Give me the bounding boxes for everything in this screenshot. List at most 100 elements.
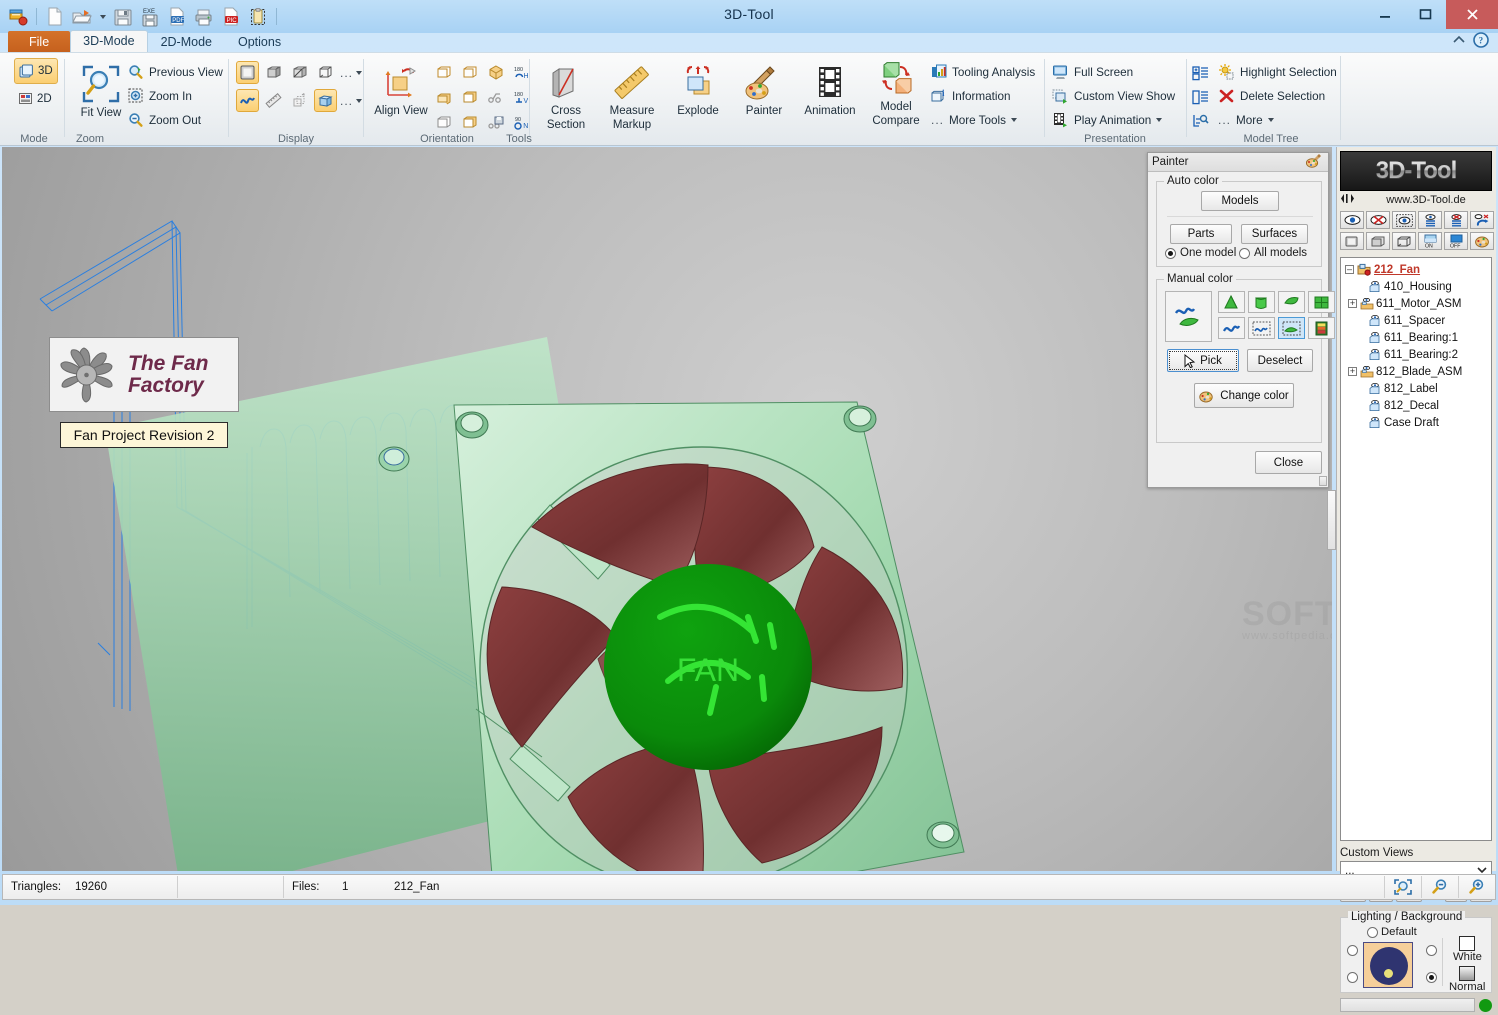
one-model-radio[interactable]: One model (1165, 247, 1236, 259)
information-button[interactable]: i Information (931, 84, 1035, 108)
perspective-icon[interactable] (314, 89, 337, 112)
curve-solid-icon[interactable] (1218, 317, 1245, 339)
painter-resize-grip[interactable] (1319, 476, 1327, 486)
collapse-ribbon-icon[interactable] (1452, 34, 1466, 49)
transparency-off-icon[interactable]: OFF (1444, 232, 1468, 250)
dock-splitter-icon[interactable] (1340, 193, 1356, 207)
display-more-row2-caret[interactable] (356, 98, 363, 103)
background-normal-option[interactable]: Normal (1449, 966, 1485, 993)
hide-all-icon[interactable] (1366, 211, 1390, 229)
view-right-icon[interactable] (458, 111, 481, 134)
view-top-icon[interactable] (432, 86, 455, 109)
mode-3d-button[interactable]: 3D (14, 58, 58, 84)
zoom-window-icon[interactable] (1385, 875, 1421, 899)
viewport-3d[interactable]: FAN The Fan Factory Fan Project Revision… (2, 147, 1332, 871)
more-tools-button[interactable]: ... More Tools (931, 108, 1035, 132)
mode-2d-button[interactable]: 2D (14, 87, 58, 110)
close-button[interactable] (1446, 0, 1498, 29)
expand-tree-icon[interactable] (1192, 61, 1209, 85)
cross-section-button[interactable]: Cross Section (535, 59, 597, 131)
lighting-default-radio[interactable]: Default (1367, 926, 1417, 938)
model-tree-more-button[interactable]: ... More (1218, 108, 1337, 132)
wireframe-icon[interactable] (314, 61, 337, 84)
motor-asm-expander[interactable]: + (1348, 299, 1357, 308)
color-cone-icon[interactable] (1218, 291, 1245, 313)
tree-node-812-label[interactable]: 812_Label (1343, 380, 1491, 397)
painter-close-button[interactable]: Close (1255, 451, 1322, 474)
paint-preview-icon[interactable] (1165, 291, 1212, 342)
tab-file[interactable]: File (8, 31, 71, 53)
shaded-icon[interactable] (236, 61, 259, 84)
maximize-button[interactable] (1405, 0, 1446, 29)
tree-node-812-blade-asm[interactable]: + 812_Blade_ASM (1343, 363, 1491, 380)
shaded-edges-icon[interactable] (288, 61, 311, 84)
surfaces-button[interactable]: Surfaces (1241, 224, 1308, 244)
tree-node-case-draft[interactable]: Case Draft (1343, 414, 1491, 431)
background-white-option[interactable]: White (1453, 936, 1482, 963)
collapse-tree-icon[interactable] (1192, 85, 1209, 109)
help-icon[interactable]: ? (1473, 32, 1489, 51)
color-face-icon[interactable] (1248, 291, 1275, 313)
models-button[interactable]: Models (1201, 191, 1279, 211)
view-save-icon[interactable] (484, 111, 507, 134)
curves-icon[interactable] (236, 89, 259, 112)
more-tools-caret[interactable] (1010, 118, 1017, 122)
view-iso-icon[interactable] (484, 61, 507, 84)
solid-view-icon[interactable] (1366, 232, 1390, 250)
light-top-right-radio[interactable] (1426, 945, 1437, 956)
zoom-out-button[interactable]: Zoom Out (128, 108, 223, 132)
align-view-button[interactable]: Align View (368, 59, 434, 117)
curve-dashed-icon[interactable] (1248, 317, 1275, 339)
model-tree-list[interactable]: – 212_Fan 410_Housing + 611_Motor_ASM 61… (1340, 257, 1492, 841)
color-patch-icon[interactable] (1308, 291, 1335, 313)
explode-button[interactable]: Explode (667, 59, 729, 117)
pick-button[interactable]: Pick (1167, 349, 1239, 372)
play-animation-button[interactable]: Play Animation (1052, 108, 1175, 132)
light-bottom-right-radio[interactable] (1426, 972, 1437, 983)
show-tree-item-icon[interactable] (1418, 211, 1442, 229)
light-bottom-left-radio[interactable] (1347, 972, 1358, 983)
zoom-in-button[interactable]: Zoom In (128, 84, 223, 108)
tree-node-410-housing[interactable]: 410_Housing (1343, 278, 1491, 295)
color-surface-icon[interactable] (1278, 291, 1305, 313)
surface-select-icon[interactable] (1278, 317, 1305, 339)
all-models-radio[interactable]: All models (1239, 247, 1307, 259)
deselect-button[interactable]: Deselect (1247, 349, 1313, 372)
undo-visibility-icon[interactable] (1470, 211, 1494, 229)
tree-color-icon[interactable] (1470, 232, 1494, 250)
zoom-out-status-icon[interactable] (1422, 875, 1458, 899)
previous-view-button[interactable]: Previous View (128, 60, 223, 84)
play-animation-caret[interactable] (1156, 118, 1163, 122)
dimensions-icon[interactable] (262, 89, 285, 112)
painter-scrollbar[interactable] (1327, 490, 1336, 550)
measure-markup-button[interactable]: Measure Markup (601, 59, 663, 131)
highlight-selection-button[interactable]: Highlight Selection (1218, 60, 1337, 84)
view-bottom-icon[interactable] (458, 86, 481, 109)
view-left-icon[interactable] (432, 111, 455, 134)
shaded-solid-icon[interactable] (262, 61, 285, 84)
tab-3d-mode[interactable]: 3D-Mode (70, 30, 148, 53)
model-compare-button[interactable]: Model Compare (865, 57, 927, 127)
root-expander[interactable]: – (1345, 265, 1354, 274)
fit-view-button[interactable]: Fit View (70, 59, 132, 119)
tree-node-611-motor-asm[interactable]: + 611_Motor_ASM (1343, 295, 1491, 312)
custom-view-show-button[interactable]: Custom View Show (1052, 84, 1175, 108)
view-front-icon[interactable] (432, 61, 455, 84)
tab-options[interactable]: Options (225, 32, 294, 53)
tooling-analysis-button[interactable]: Tooling Analysis (931, 60, 1035, 84)
parts-button[interactable]: Parts (1170, 224, 1232, 244)
shaded-view-icon[interactable] (1340, 232, 1364, 250)
tree-node-root[interactable]: – 212_Fan (1343, 261, 1491, 278)
painter-button[interactable]: Painter (733, 59, 795, 117)
view-back-icon[interactable] (458, 61, 481, 84)
full-screen-button[interactable]: Full Screen (1052, 60, 1175, 84)
lighting-preview[interactable] (1363, 942, 1413, 988)
display-more-row1-caret[interactable] (356, 70, 363, 75)
tree-node-611-bearing-1[interactable]: 611_Bearing:1 (1343, 329, 1491, 346)
show-selected-icon[interactable] (1392, 211, 1416, 229)
tab-2d-mode[interactable]: 2D-Mode (148, 32, 225, 53)
tree-node-812-decal[interactable]: 812_Decal (1343, 397, 1491, 414)
view-restore-icon[interactable] (484, 86, 507, 109)
transparency-on-icon[interactable]: ON (1418, 232, 1442, 250)
hidden-parts-icon[interactable] (288, 89, 311, 112)
